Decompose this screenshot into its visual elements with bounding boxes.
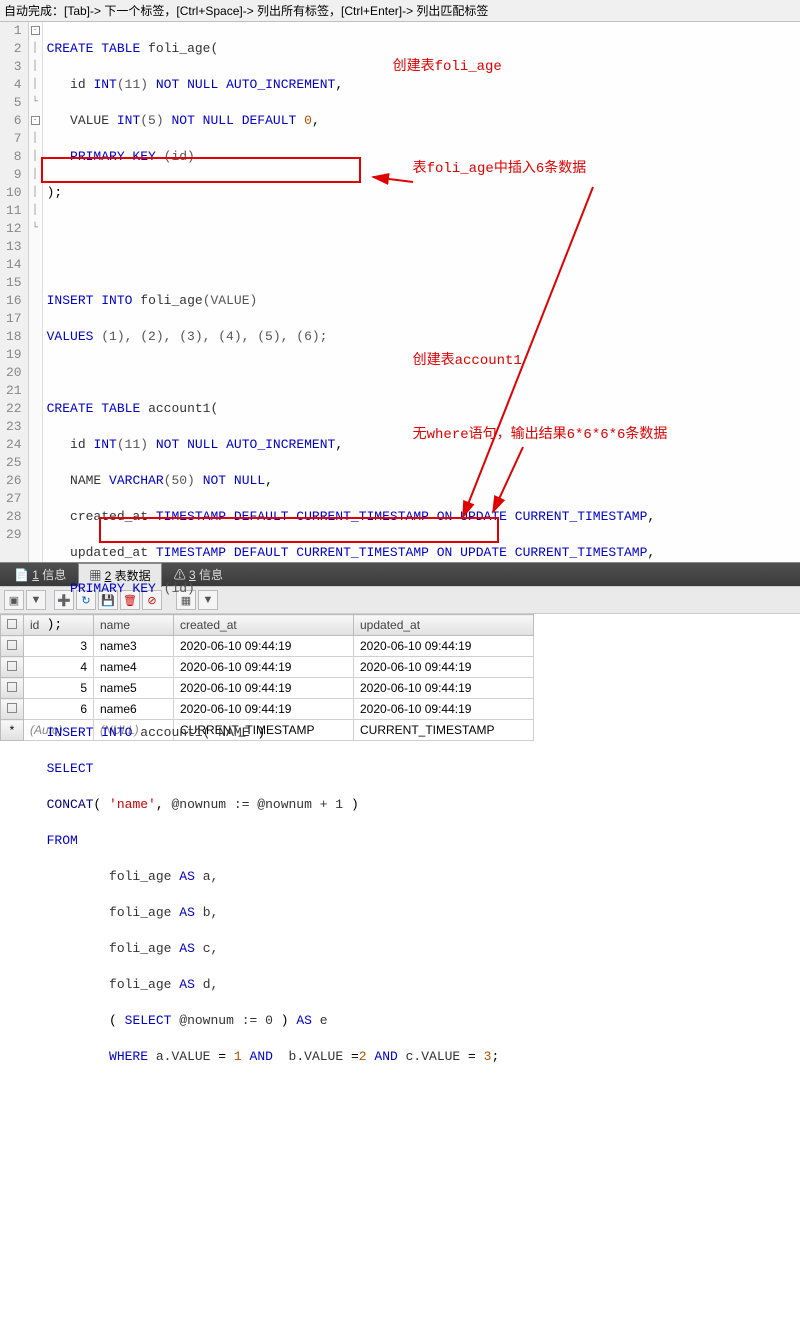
- identifier: foli_age: [109, 869, 171, 884]
- identifier: id: [70, 77, 86, 92]
- keyword: AS: [179, 977, 195, 992]
- keyword: CURRENT_TIMESTAMP: [296, 545, 429, 560]
- keyword: NOT NULL: [156, 437, 218, 452]
- keyword: UPDATE: [460, 545, 507, 560]
- keyword: NOT NULL: [156, 77, 218, 92]
- keyword: SELECT: [125, 1013, 172, 1028]
- identifier: foli_age: [109, 905, 171, 920]
- row-header-corner[interactable]: [1, 615, 24, 636]
- identifier: id: [70, 437, 86, 452]
- code-area[interactable]: CREATE TABLE foli_age( id INT(11) NOT NU…: [43, 22, 800, 562]
- keyword: INTO: [101, 293, 132, 308]
- keyword: PRIMARY KEY: [70, 149, 156, 164]
- keyword: DEFAULT: [234, 509, 289, 524]
- identifier: foli_age: [109, 941, 171, 956]
- keyword: AS: [179, 941, 195, 956]
- string: 'name': [109, 797, 156, 812]
- annotation-no-where: 无where语句，输出结果6*6*6*6条数据: [413, 426, 668, 444]
- paren: (50): [164, 473, 195, 488]
- paren: (11): [117, 437, 148, 452]
- keyword: NOT NULL: [171, 113, 233, 128]
- autocomplete-hint-bar: 自动完成：[Tab]-> 下一个标签，[Ctrl+Space]-> 列出所有标签…: [0, 0, 800, 22]
- keyword: WHERE: [109, 1049, 148, 1064]
- paren: (5): [140, 113, 163, 128]
- annotation-create-foli-age: 创建表foli_age: [393, 58, 502, 76]
- identifier: created_at: [70, 509, 148, 524]
- keyword: VALUES: [47, 329, 94, 344]
- fold-column: - │││└ - │││││└: [29, 22, 43, 562]
- paren: (VALUE): [203, 293, 258, 308]
- number: 3: [484, 1049, 492, 1064]
- sql-editor[interactable]: 12345678910 11121314151617181920 2122232…: [0, 22, 800, 562]
- number: 2: [359, 1049, 367, 1064]
- variable: @nownum := 0: [179, 1013, 273, 1028]
- identifier: VALUE: [70, 113, 109, 128]
- number: 0: [304, 113, 312, 128]
- variable: @nownum := @nownum + 1: [171, 797, 343, 812]
- keyword: CURRENT_TIMESTAMP: [296, 509, 429, 524]
- annotation-insert-6-rows: 表foli_age中插入6条数据: [413, 160, 587, 178]
- keyword: FROM: [47, 833, 78, 848]
- annotation-create-account1: 创建表account1: [413, 352, 522, 370]
- identifier: NAME: [70, 473, 101, 488]
- paren: (11): [117, 77, 148, 92]
- type: VARCHAR: [109, 473, 164, 488]
- keyword: PRIMARY KEY: [70, 581, 156, 596]
- type: INT: [117, 113, 140, 128]
- keyword: AND: [374, 1049, 397, 1064]
- keyword: DEFAULT: [234, 545, 289, 560]
- keyword: INTO: [101, 725, 132, 740]
- keyword: CURRENT_TIMESTAMP: [515, 545, 648, 560]
- number: 1: [234, 1049, 242, 1064]
- paren: (id): [164, 581, 195, 596]
- type: TIMESTAMP: [156, 509, 226, 524]
- paren: (id): [164, 149, 195, 164]
- type: INT: [93, 437, 116, 452]
- keyword: INSERT: [47, 293, 94, 308]
- identifier: updated_at: [70, 545, 148, 560]
- keyword: AUTO_INCREMENT: [226, 437, 335, 452]
- identifier: NAME: [218, 725, 249, 740]
- identifier: account1(: [140, 725, 210, 740]
- identifier: foli_age: [140, 293, 202, 308]
- identifier: account1(: [148, 401, 218, 416]
- keyword: ON: [437, 509, 453, 524]
- type: INT: [93, 77, 116, 92]
- row-checkbox[interactable]: [7, 682, 17, 692]
- function: CONCAT: [47, 797, 94, 812]
- row-checkbox[interactable]: [7, 661, 17, 671]
- keyword: AS: [179, 869, 195, 884]
- keyword: AS: [179, 905, 195, 920]
- row-checkbox[interactable]: [7, 703, 17, 713]
- keyword: ON: [437, 545, 453, 560]
- fold-minus-icon[interactable]: -: [31, 116, 40, 125]
- identifier: foli_age: [109, 977, 171, 992]
- fold-minus-icon[interactable]: -: [31, 26, 40, 35]
- keyword: NOT NULL: [203, 473, 265, 488]
- identifier: foli_age(: [148, 41, 218, 56]
- keyword: AUTO_INCREMENT: [226, 77, 335, 92]
- keyword: DEFAULT: [242, 113, 297, 128]
- keyword: SELECT: [47, 761, 94, 776]
- keyword: CURRENT_TIMESTAMP: [515, 509, 648, 524]
- keyword: AND: [250, 1049, 273, 1064]
- values: (1), (2), (3), (4), (5), (6);: [101, 329, 327, 344]
- keyword: UPDATE: [460, 509, 507, 524]
- keyword: CREATE: [47, 401, 94, 416]
- toolbar-btn[interactable]: ▣: [4, 590, 24, 610]
- keyword: INSERT: [47, 725, 94, 740]
- keyword: AS: [296, 1013, 312, 1028]
- new-row-marker: *: [1, 720, 24, 741]
- toolbar-btn[interactable]: ▼: [26, 590, 46, 610]
- keyword: CREATE: [47, 41, 94, 56]
- keyword: TABLE: [101, 41, 140, 56]
- type: TIMESTAMP: [156, 545, 226, 560]
- keyword: TABLE: [101, 401, 140, 416]
- line-gutter: 12345678910 11121314151617181920 2122232…: [0, 22, 29, 562]
- row-checkbox[interactable]: [7, 640, 17, 650]
